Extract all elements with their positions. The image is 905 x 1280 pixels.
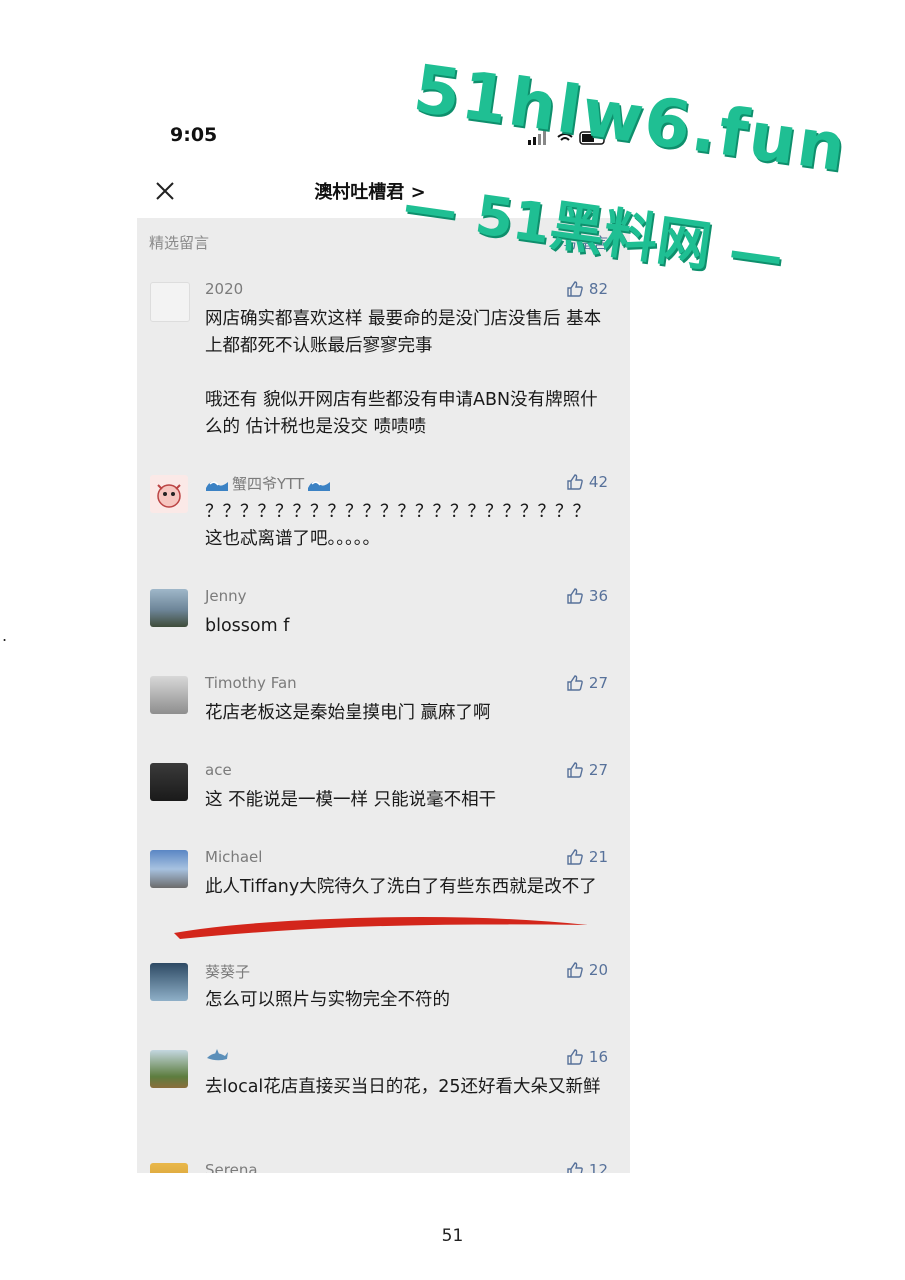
comment-nickname[interactable]: ace [205, 761, 232, 779]
comment-nickname[interactable]: Timothy Fan [205, 674, 297, 692]
like-count: 16 [588, 1048, 608, 1066]
thumbs-up-icon [567, 1162, 583, 1173]
comments-panel: 精选留言 写留言 2020 82 网店确实都喜欢这样 最要命的是没门店没售后 基… [137, 218, 630, 1173]
avatar[interactable] [150, 1050, 188, 1088]
comment-nickname[interactable]: Serena [205, 1161, 258, 1173]
avatar[interactable] [150, 763, 188, 801]
comment-text: 去local花店直接买当日的花，25还好看大朵又新鲜 [205, 1077, 601, 1097]
avatar[interactable] [150, 676, 188, 714]
like-button[interactable]: 16 [566, 1048, 608, 1066]
avatar[interactable] [150, 589, 188, 627]
like-count: 27 [588, 674, 608, 692]
comment-nickname[interactable]: 葵葵子 [205, 961, 250, 982]
avatar[interactable] [150, 282, 190, 322]
status-icons [528, 128, 608, 148]
like-button[interactable]: 36 [566, 587, 608, 605]
shark-emoji-icon [207, 1049, 228, 1061]
avatar[interactable] [150, 475, 188, 513]
crab-avatar-icon [157, 484, 181, 508]
avatar[interactable] [150, 1163, 188, 1173]
comment-text: blossom f [205, 616, 290, 636]
comment-nickname[interactable] [205, 1048, 232, 1064]
like-button[interactable]: 42 [566, 473, 608, 491]
thumbs-up-icon [567, 849, 583, 865]
like-count: 82 [588, 280, 608, 298]
page-number: 51 [441, 1226, 464, 1246]
comment-list: 2020 82 网店确实都喜欢这样 最要命的是没门店没售后 基本上都都死不认账最… [137, 218, 630, 1173]
like-button[interactable]: 27 [566, 674, 608, 692]
comment-text: 此人Tiffany大院待久了洗白了有些东西就是改不了 [205, 877, 597, 897]
like-count: 20 [588, 961, 608, 979]
comment-text: 网店确实都喜欢这样 最要命的是没门店没售后 基本上都都死不认账最后寥寥完事 哦还… [205, 309, 602, 437]
like-count: 21 [588, 848, 608, 866]
status-time: 9:05 [170, 124, 218, 146]
thumbs-up-icon [567, 474, 583, 490]
thumbs-up-icon [567, 1049, 583, 1065]
watermark-domain: 51hlw6.fun [409, 50, 852, 187]
comment-text: 花店老板这是秦始皇摸电门 赢麻了啊 [205, 703, 491, 723]
like-button[interactable]: 27 [566, 761, 608, 779]
like-count: 36 [588, 587, 608, 605]
comment-text: 怎么可以照片与实物完全不符的 [205, 990, 450, 1010]
thumbs-up-icon [567, 675, 583, 691]
wave-emoji-icon [308, 481, 331, 491]
comment-nickname[interactable]: Jenny [205, 587, 247, 605]
thumbs-up-icon [567, 962, 583, 978]
wave-emoji-icon [206, 481, 228, 491]
comment-text: ？？？？？？？？？？？？？？？？？？？？？？ 这也忒离谱了吧。。。。。 [205, 502, 596, 549]
thumbs-up-icon [567, 588, 583, 604]
close-button[interactable] [152, 178, 178, 204]
comment-nickname[interactable]: Michael [205, 848, 262, 866]
like-count: 42 [588, 473, 608, 491]
close-icon [156, 182, 174, 200]
comment-text: 这 不能说是一模一样 只能说毫不相干 [205, 790, 497, 810]
comment-nickname[interactable]: 2020 [205, 280, 243, 298]
thumbs-up-icon [567, 281, 583, 297]
thumbs-up-icon [567, 762, 583, 778]
stray-bullet: . [2, 626, 8, 645]
like-count: 27 [588, 761, 608, 779]
account-title-link[interactable]: 澳村吐槽君 > [220, 178, 520, 204]
like-button[interactable]: 21 [566, 848, 608, 866]
comment-nickname[interactable]: 蟹四爷YTT [205, 473, 331, 494]
avatar[interactable] [150, 850, 188, 888]
avatar[interactable] [150, 963, 188, 1001]
signal-icon [528, 131, 605, 145]
like-count: 12 [588, 1161, 608, 1173]
like-button[interactable]: 82 [566, 280, 608, 298]
like-button[interactable]: 20 [566, 961, 608, 979]
like-button[interactable]: 12 [566, 1161, 608, 1173]
